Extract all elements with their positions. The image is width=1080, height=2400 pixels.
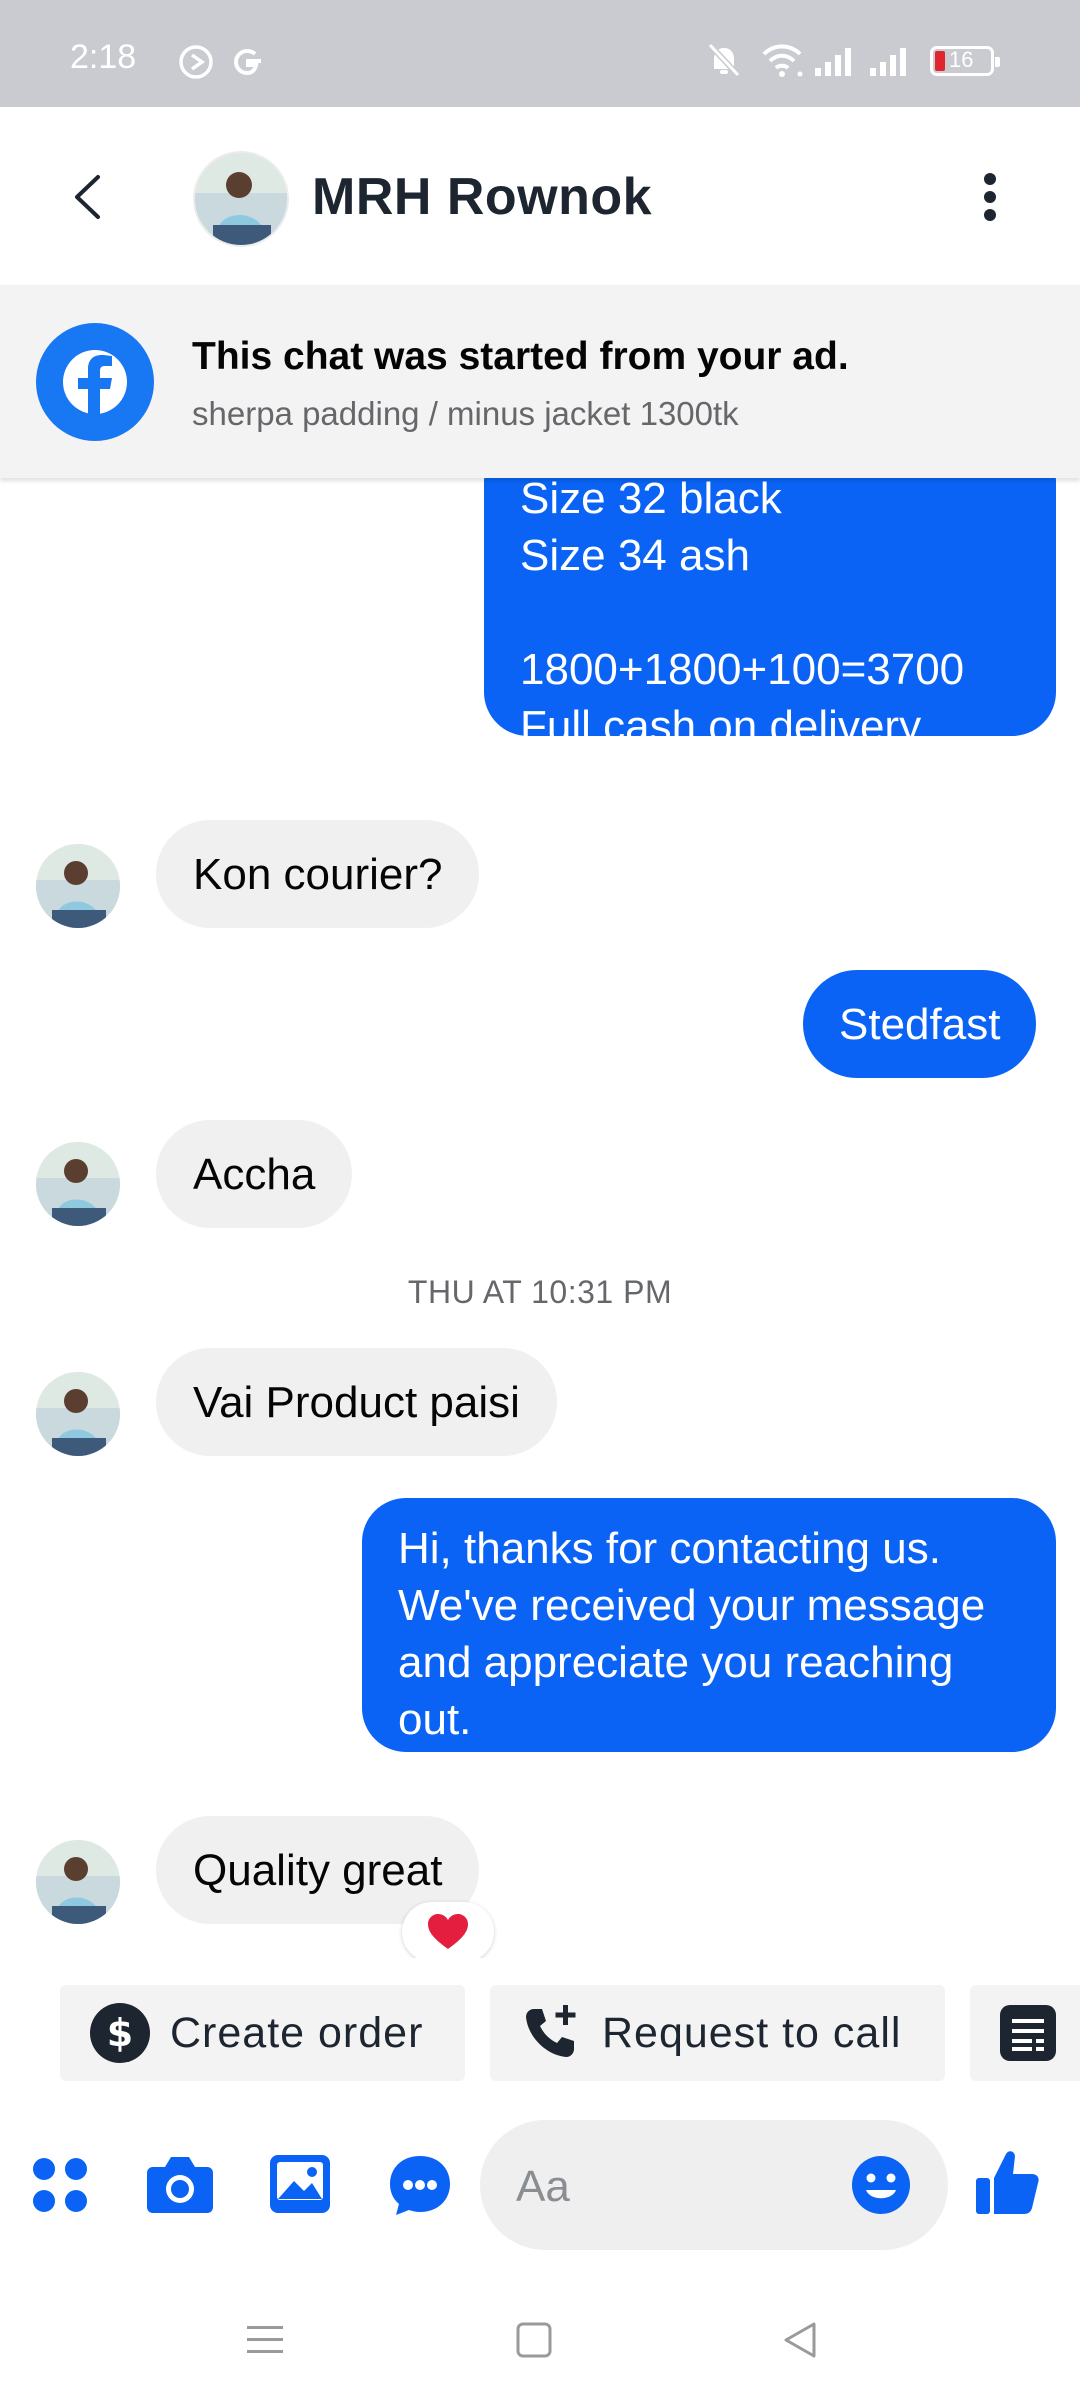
thumbs-up-icon[interactable]	[974, 2148, 1040, 2216]
request-to-call-label: Request to call	[602, 2008, 902, 2057]
battery-icon: 16	[930, 46, 1000, 76]
message-input[interactable]: Aa	[480, 2120, 948, 2250]
message-input-placeholder: Aa	[516, 2162, 570, 2211]
ad-banner-title: This chat was started from your ad.	[192, 335, 849, 378]
person-photo-icon	[36, 1840, 120, 1924]
message-line: out.	[398, 1695, 472, 1744]
contact-name[interactable]: MRH Rownok	[312, 167, 652, 227]
outgoing-message[interactable]: Size 32 black Size 34 ash 1800+1800+100=…	[484, 478, 1056, 751]
gallery-icon[interactable]	[268, 2153, 332, 2215]
google-icon	[233, 48, 261, 76]
incoming-message[interactable]: Accha	[156, 1120, 353, 1228]
system-navigation-bar	[0, 2290, 1080, 2400]
message-composer: Aa	[0, 2110, 1080, 2260]
phone-plus-icon	[526, 2005, 576, 2057]
message-line: Hi, thanks for contacting us.	[398, 1524, 941, 1573]
incoming-message[interactable]: Kon courier?	[156, 820, 480, 928]
status-bar: 2:18 16	[0, 0, 1080, 107]
contact-avatar[interactable]	[193, 151, 289, 247]
message-line: Size 34 ash	[520, 531, 750, 580]
message-text: Vai Product paisi	[193, 1377, 520, 1427]
create-order-button[interactable]: $ Create order	[60, 1985, 465, 2081]
incoming-message[interactable]: Vai Product paisi	[156, 1348, 557, 1456]
camera-icon[interactable]	[145, 2153, 215, 2215]
facebook-logo-icon	[36, 323, 154, 441]
emoji-icon[interactable]	[850, 2154, 912, 2216]
sender-avatar[interactable]	[36, 844, 120, 928]
bell-off-icon	[707, 42, 741, 78]
chat-bubble-icon[interactable]	[388, 2154, 452, 2216]
more-options-button[interactable]	[960, 157, 1020, 237]
home-icon[interactable]	[514, 2320, 554, 2360]
note-icon	[1000, 2005, 1056, 2061]
message-line	[520, 584, 1020, 641]
menu-icon[interactable]	[245, 2320, 285, 2360]
sender-avatar[interactable]	[36, 1840, 120, 1924]
back-triangle-icon[interactable]	[778, 2318, 822, 2362]
person-photo-icon	[195, 153, 287, 245]
signal-1-icon	[815, 48, 851, 76]
chat-header: MRH Rownok	[0, 107, 1080, 285]
back-arrow-icon	[75, 175, 100, 219]
message-text: Quality great	[193, 1845, 443, 1895]
apps-grid-icon[interactable]	[30, 2155, 90, 2215]
request-to-call-button[interactable]: Request to call	[490, 1985, 945, 2081]
quick-actions-bar: $ Create order Request to call	[0, 1985, 1080, 2081]
message-list[interactable]: Size 32 black Size 34 ash 1800+1800+100=…	[0, 478, 1080, 1958]
ad-banner-subtitle: sherpa padding / minus jacket 1300tk	[192, 395, 739, 432]
message-line: Full cash on delivery	[520, 702, 922, 751]
notes-button[interactable]	[970, 1985, 1080, 2081]
outgoing-message[interactable]: Hi, thanks for contacting us. We've rece…	[362, 1498, 1056, 1752]
person-photo-icon	[36, 1372, 120, 1456]
dollar-circle-icon: $	[90, 2003, 150, 2063]
wifi-icon	[762, 44, 803, 77]
message-line: and appreciate you reaching	[398, 1638, 954, 1687]
message-text: Accha	[193, 1149, 316, 1199]
message-line: 1800+1800+100=3700	[520, 645, 965, 694]
heart-icon	[428, 1914, 468, 1949]
ad-origin-banner[interactable]: This chat was started from your ad. sher…	[0, 285, 1080, 478]
person-photo-icon	[36, 844, 120, 928]
message-timestamp: THU AT 10:31 PM	[407, 1274, 673, 1310]
message-reaction[interactable]	[402, 1902, 494, 1958]
more-vertical-icon	[984, 173, 996, 221]
assistant-icon	[179, 45, 213, 79]
outgoing-message[interactable]: Stedfast	[803, 970, 1037, 1078]
svg-text:$: $	[107, 2011, 133, 2055]
message-text: Kon courier?	[193, 849, 443, 899]
status-time: 2:18	[70, 38, 137, 76]
message-text: Stedfast	[839, 999, 1001, 1049]
sender-avatar[interactable]	[36, 1142, 120, 1226]
battery-level: 16	[949, 47, 974, 72]
person-photo-icon	[36, 1142, 120, 1226]
message-line: Size 32 black	[520, 478, 782, 523]
back-button[interactable]	[55, 157, 125, 237]
create-order-label: Create order	[170, 2008, 424, 2057]
signal-2-icon	[870, 48, 906, 76]
message-line: We've received your message	[398, 1581, 986, 1630]
sender-avatar[interactable]	[36, 1372, 120, 1456]
